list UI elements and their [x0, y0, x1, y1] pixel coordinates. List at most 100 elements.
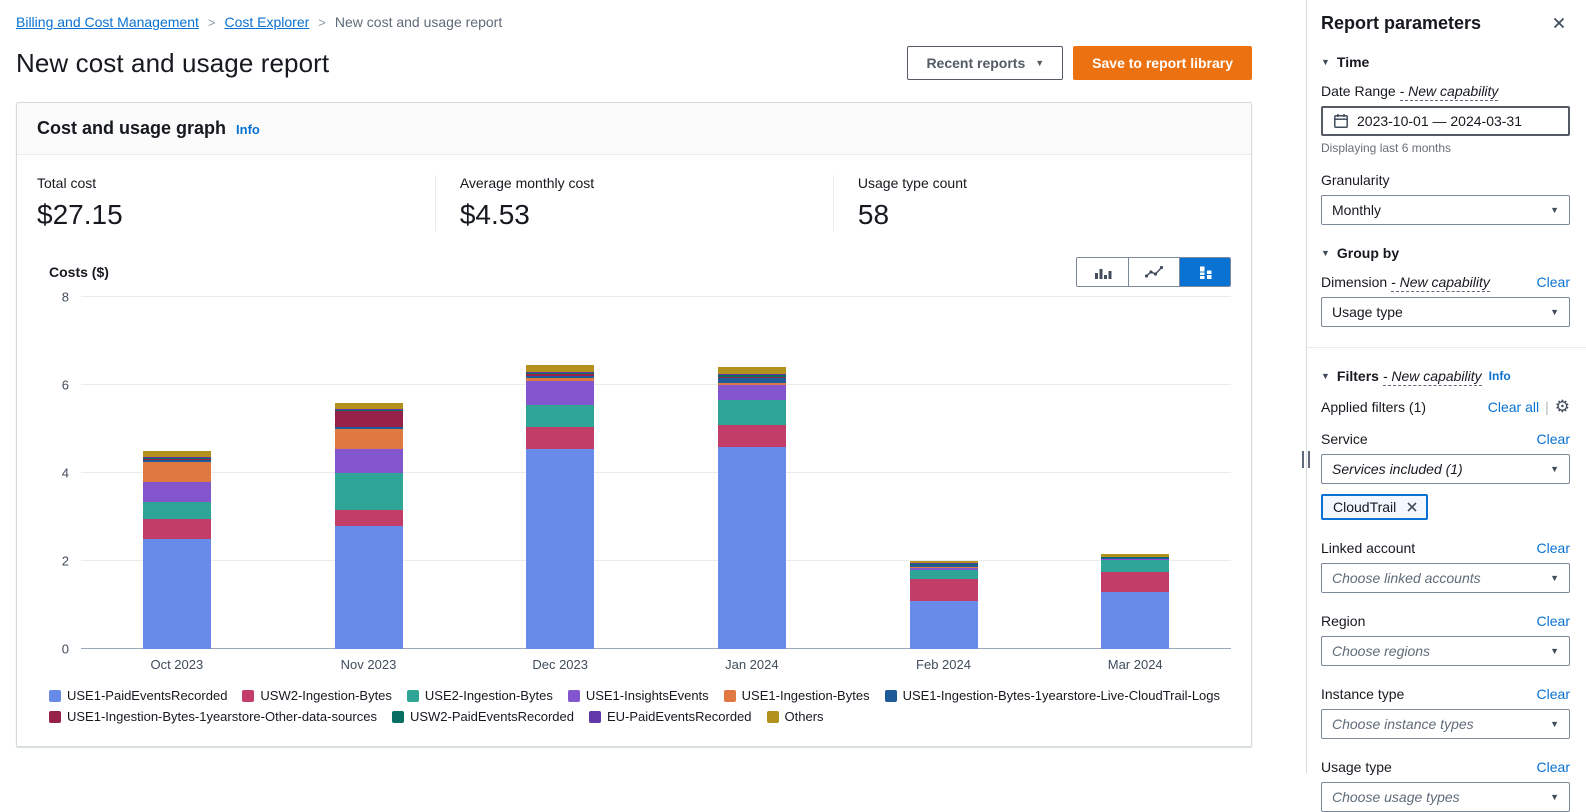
granularity-select[interactable]: Monthly ▼ — [1321, 195, 1570, 225]
applied-filters-label: Applied filters (1) — [1321, 399, 1426, 415]
region-clear-link[interactable]: Clear — [1537, 613, 1570, 629]
stacked-bar-jan-2024[interactable] — [718, 297, 786, 649]
chart-section: Costs ($) 02468 Oct 2023Nov 2023 — [17, 247, 1251, 746]
x-tick-label: Jan 2024 — [656, 657, 848, 672]
bar-segment[interactable] — [526, 427, 594, 449]
bar-segment[interactable] — [718, 447, 786, 649]
bar-chart-icon — [1094, 265, 1112, 279]
y-tick-label: 2 — [62, 554, 69, 569]
new-capability-badge: - New capability — [1383, 368, 1482, 386]
bar-segment[interactable] — [143, 539, 211, 649]
bar-segment[interactable] — [335, 510, 403, 525]
bar-segment[interactable] — [335, 429, 403, 449]
bar-segment[interactable] — [143, 482, 211, 502]
legend-label: EU-PaidEventsRecorded — [607, 709, 752, 724]
bars-layer — [81, 297, 1231, 649]
service-filter-select[interactable]: Services included (1) ▼ — [1321, 454, 1570, 484]
card-header: Cost and usage graph Info — [17, 103, 1251, 155]
service-filter-group: Service Clear Services included (1) ▼ Cl… — [1321, 431, 1570, 520]
filter-settings-gear-icon[interactable]: ⚙ — [1555, 398, 1570, 415]
bar-segment[interactable] — [718, 400, 786, 424]
bar-segment[interactable] — [335, 411, 403, 426]
service-filter-label: Service — [1321, 431, 1368, 447]
save-to-report-library-button[interactable]: Save to report library — [1073, 46, 1252, 80]
region-filter-label: Region — [1321, 613, 1365, 629]
filters-section-header[interactable]: ▼ Filters - New capability Info — [1321, 368, 1570, 384]
bar-segment[interactable] — [1101, 592, 1169, 649]
instance-type-filter-label: Instance type — [1321, 686, 1404, 702]
filters-info-link[interactable]: Info — [1489, 369, 1511, 383]
close-panel-button[interactable] — [1548, 12, 1570, 34]
legend-item[interactable]: USE1-Ingestion-Bytes-1yearstore-Live-Clo… — [885, 688, 1220, 703]
linked-account-filter-select[interactable]: Choose linked accounts ▼ — [1321, 563, 1570, 593]
bar-segment[interactable] — [718, 385, 786, 400]
bar-slot — [464, 297, 656, 649]
chevron-down-icon: ▼ — [1321, 248, 1330, 258]
bar-segment[interactable] — [526, 405, 594, 427]
dimension-clear-link[interactable]: Clear — [1537, 274, 1570, 290]
legend-label: USE1-InsightsEvents — [586, 688, 709, 703]
bar-segment[interactable] — [526, 365, 594, 372]
bar-segment[interactable] — [526, 381, 594, 405]
chart-legend: USE1-PaidEventsRecorded USW2-Ingestion-By… — [49, 688, 1231, 724]
date-range-label: Date Range - New capability — [1321, 83, 1498, 99]
legend-item[interactable]: USE1-PaidEventsRecorded — [49, 688, 227, 703]
breadcrumb-billing-link[interactable]: Billing and Cost Management — [16, 14, 199, 30]
legend-item[interactable]: USW2-PaidEventsRecorded — [392, 709, 574, 724]
bar-segment[interactable] — [143, 519, 211, 539]
legend-item[interactable]: USE1-Ingestion-Bytes-1yearstore-Other-da… — [49, 709, 377, 724]
instance-type-filter-select[interactable]: Choose instance types ▼ — [1321, 709, 1570, 739]
bar-segment[interactable] — [335, 473, 403, 510]
stacked-bar-dec-2023[interactable] — [526, 297, 594, 649]
stacked-bar-oct-2023[interactable] — [143, 297, 211, 649]
bar-segment[interactable] — [143, 462, 211, 482]
bar-chart-toggle-button[interactable] — [1077, 258, 1128, 286]
time-section-header[interactable]: ▼ Time — [1321, 54, 1570, 70]
legend-swatch — [885, 690, 897, 702]
line-chart-toggle-button[interactable] — [1128, 258, 1179, 286]
panel-resize-handle[interactable] — [1297, 444, 1315, 474]
region-filter-group: Region Clear Choose regions ▼ — [1321, 613, 1570, 666]
bar-segment[interactable] — [335, 403, 403, 410]
legend-item[interactable]: USE1-Ingestion-Bytes — [724, 688, 870, 703]
stat-usage-type-count: Usage type count 58 — [833, 175, 1231, 231]
legend-item[interactable]: USE1-InsightsEvents — [568, 688, 709, 703]
legend-swatch — [767, 711, 779, 723]
legend-item[interactable]: USW2-Ingestion-Bytes — [242, 688, 392, 703]
legend-swatch — [49, 711, 61, 723]
dimension-select[interactable]: Usage type ▼ — [1321, 297, 1570, 327]
dimension-value: Usage type — [1332, 304, 1403, 320]
legend-label: USE1-Ingestion-Bytes-1yearstore-Live-Clo… — [903, 688, 1220, 703]
vertical-separator: | — [1545, 399, 1549, 415]
bar-segment[interactable] — [910, 579, 978, 601]
remove-token-button[interactable] — [1406, 501, 1418, 513]
breadcrumb-cost-explorer-link[interactable]: Cost Explorer — [224, 14, 309, 30]
legend-item[interactable]: EU-PaidEventsRecorded — [589, 709, 752, 724]
card-info-link[interactable]: Info — [236, 122, 260, 137]
bar-segment[interactable] — [1101, 572, 1169, 592]
instance-type-clear-link[interactable]: Clear — [1537, 686, 1570, 702]
bar-segment[interactable] — [1101, 560, 1169, 572]
bar-segment[interactable] — [910, 570, 978, 579]
service-clear-link[interactable]: Clear — [1537, 431, 1570, 447]
bar-segment[interactable] — [718, 425, 786, 447]
bar-segment[interactable] — [143, 502, 211, 520]
bar-segment[interactable] — [718, 367, 786, 374]
date-range-input[interactable]: 2023-10-01 — 2024-03-31 — [1321, 106, 1570, 136]
bar-segment[interactable] — [526, 449, 594, 649]
legend-item[interactable]: Others — [767, 709, 824, 724]
clear-all-filters-link[interactable]: Clear all — [1488, 399, 1539, 415]
usage-type-filter-select[interactable]: Choose usage types ▼ — [1321, 782, 1570, 812]
legend-item[interactable]: USE2-Ingestion-Bytes — [407, 688, 553, 703]
region-filter-select[interactable]: Choose regions ▼ — [1321, 636, 1570, 666]
stacked-bar-mar-2024[interactable] — [1101, 297, 1169, 649]
bar-segment[interactable] — [335, 526, 403, 649]
linked-account-clear-link[interactable]: Clear — [1537, 540, 1570, 556]
recent-reports-button[interactable]: Recent reports ▼ — [907, 46, 1063, 80]
stacked-bar-feb-2024[interactable] — [910, 297, 978, 649]
group-by-section-header[interactable]: ▼ Group by — [1321, 245, 1570, 261]
bar-segment[interactable] — [910, 601, 978, 649]
bar-segment[interactable] — [335, 449, 403, 473]
stacked-bar-chart-toggle-button[interactable] — [1179, 258, 1230, 286]
stacked-bar-nov-2023[interactable] — [335, 297, 403, 649]
